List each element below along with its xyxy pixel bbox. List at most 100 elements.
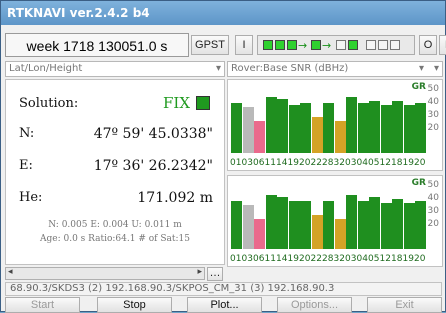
- y-tick-label: 40: [427, 193, 439, 203]
- snr-bar: [334, 219, 346, 249]
- satellite-prn-label: 22: [310, 158, 322, 168]
- snr-bar: [311, 215, 323, 249]
- position-format-select[interactable]: Lat/Lon/Height ▾: [5, 61, 225, 77]
- snr-charts: GR 50 40 30 20 01 03 06 11 14 19 20 22 28 32 03 04 05 12 18…: [227, 79, 443, 267]
- stop-button[interactable]: Stop: [97, 297, 172, 313]
- snr-chart-rover: GR 50 40 30 20 01 03 06 11 14 19 20 22 28 32 03 04 05 12 18…: [227, 79, 443, 171]
- snr-bar: [242, 205, 254, 249]
- snr-bar: [346, 97, 357, 153]
- snr-bar: [380, 105, 392, 153]
- snr-bar: [311, 117, 323, 153]
- latitude-value: 47º 59' 45.0338": [93, 126, 213, 142]
- satellite-prn-label: 28: [322, 254, 334, 264]
- constellation-label: GR: [411, 82, 426, 92]
- input-stream-button[interactable]: I: [235, 35, 253, 55]
- satellite-prn-label: 06: [253, 254, 265, 264]
- log-stream-button[interactable]: L: [439, 35, 446, 55]
- y-tick-label: 50: [427, 84, 439, 94]
- y-tick-label: 50: [427, 180, 439, 190]
- exit-button[interactable]: Exit: [367, 297, 442, 313]
- satellite-prn-label: 05: [368, 158, 380, 168]
- bottom-buttons: Start Stop Plot... Options... Exit: [5, 297, 442, 313]
- satellite-prn-label: 05: [368, 254, 380, 264]
- snr-bar: [369, 197, 380, 249]
- y-tick-label: 30: [427, 206, 439, 216]
- snr-bar: [346, 195, 357, 249]
- snr-bar: [288, 201, 300, 249]
- snr-bar: [392, 101, 403, 153]
- snr-bar: [254, 121, 265, 153]
- satellite-prn-label: 20: [299, 158, 311, 168]
- gps-time-display: week 1718 130051.0 s: [5, 33, 189, 57]
- height-label: He:: [19, 190, 43, 205]
- arrow-right-icon: →: [322, 39, 332, 52]
- satellite-prn-label: 18: [391, 158, 403, 168]
- satellite-prn-label: 19: [287, 254, 299, 264]
- satellite-prn-label: 19: [287, 158, 299, 168]
- satellite-prn-label: 32: [333, 254, 345, 264]
- more-button[interactable]: …: [207, 267, 223, 281]
- plot-button[interactable]: Plot...: [187, 297, 262, 313]
- satellite-prn-label: 11: [264, 158, 276, 168]
- satellite-prn-label: 14: [276, 254, 288, 264]
- east-label: E:: [19, 158, 33, 173]
- snr-bar: [277, 99, 288, 153]
- satellite-prn-label: 20: [414, 254, 426, 264]
- fix-indicator-icon: [196, 96, 210, 110]
- snr-bar: [392, 199, 403, 249]
- satellite-prn-label: 06: [253, 158, 265, 168]
- window-title: RTKNAVI ver.2.4.2 b4: [1, 1, 445, 25]
- dropdown-arrow-icon: ▾: [418, 63, 424, 74]
- output-stream-button[interactable]: O: [419, 35, 437, 55]
- y-tick-label: 20: [427, 123, 439, 133]
- satellite-prn-label: 03: [345, 254, 357, 264]
- scroll-left-icon[interactable]: ◂: [8, 267, 13, 277]
- snr-bar: [265, 195, 277, 249]
- std-dev-text: N: 0.005 E: 0.004 U: 0.011 m: [48, 220, 182, 230]
- snr-chart-base: GR 50 40 30 20 01 03 06 11 14 19 20 22 28 32 03 04 05 12 18…: [227, 175, 443, 267]
- snr-bar: [242, 107, 254, 153]
- snr-bar: [357, 103, 369, 153]
- satellite-prn-label: 32: [333, 158, 345, 168]
- y-tick-label: 40: [427, 97, 439, 107]
- dropdown-arrow-icon: ▾: [433, 63, 439, 74]
- satellite-prn-label: 04: [356, 254, 368, 264]
- snr-bar: [231, 201, 242, 249]
- height-value: 171.092 m: [137, 190, 213, 206]
- horizontal-scrollbar[interactable]: ◂ ▸: [5, 267, 205, 280]
- age-ratio-text: Age: 0.0 s Ratio:64.1 # of Sat:15: [40, 234, 190, 244]
- satellite-prn-label: 20: [299, 254, 311, 264]
- y-tick-label: 20: [427, 219, 439, 229]
- top-toolbar: week 1718 130051.0 s GPST I → → O L: [5, 33, 446, 59]
- snr-bar: [300, 103, 311, 153]
- time-system-button[interactable]: GPST: [191, 35, 229, 55]
- snr-bar: [300, 201, 311, 249]
- satellite-prn-label: 01: [230, 254, 242, 264]
- plot-type-select[interactable]: Rover:Base SNR (dBHz) ▾ ▾: [227, 61, 443, 77]
- fix-status: FIX: [162, 94, 190, 112]
- options-button[interactable]: Options...: [277, 297, 352, 313]
- satellite-prn-label: 04: [356, 158, 368, 168]
- satellite-prn-label: 22: [310, 254, 322, 264]
- stream-status-bar: 68.90.3/SKDS3 (2) 192.168.90.3/SKPOS_CM_…: [5, 282, 442, 296]
- longitude-value: 17º 36' 26.2342": [93, 158, 213, 174]
- snr-bar: [403, 105, 415, 153]
- satellite-prn-label: 03: [345, 158, 357, 168]
- satellite-prn-label: 28: [322, 158, 334, 168]
- snr-bar: [357, 201, 369, 249]
- snr-bar: [403, 203, 415, 249]
- satellite-prn-label: 03: [241, 254, 253, 264]
- satellite-prn-label: 12: [379, 254, 391, 264]
- start-button[interactable]: Start: [5, 297, 80, 313]
- y-tick-label: 30: [427, 110, 439, 120]
- snr-bar: [415, 103, 426, 153]
- snr-bar: [323, 103, 334, 153]
- scroll-right-icon[interactable]: ▸: [197, 267, 202, 277]
- snr-bar: [334, 121, 346, 153]
- rtknavi-window: RTKNAVI ver.2.4.2 b4 week 1718 130051.0 …: [0, 0, 446, 313]
- satellite-prn-label: 19: [402, 158, 414, 168]
- satellite-prn-label: 20: [414, 158, 426, 168]
- satellite-prn-label: 03: [241, 158, 253, 168]
- satellite-prn-label: 11: [264, 254, 276, 264]
- constellation-label: GR: [411, 178, 426, 188]
